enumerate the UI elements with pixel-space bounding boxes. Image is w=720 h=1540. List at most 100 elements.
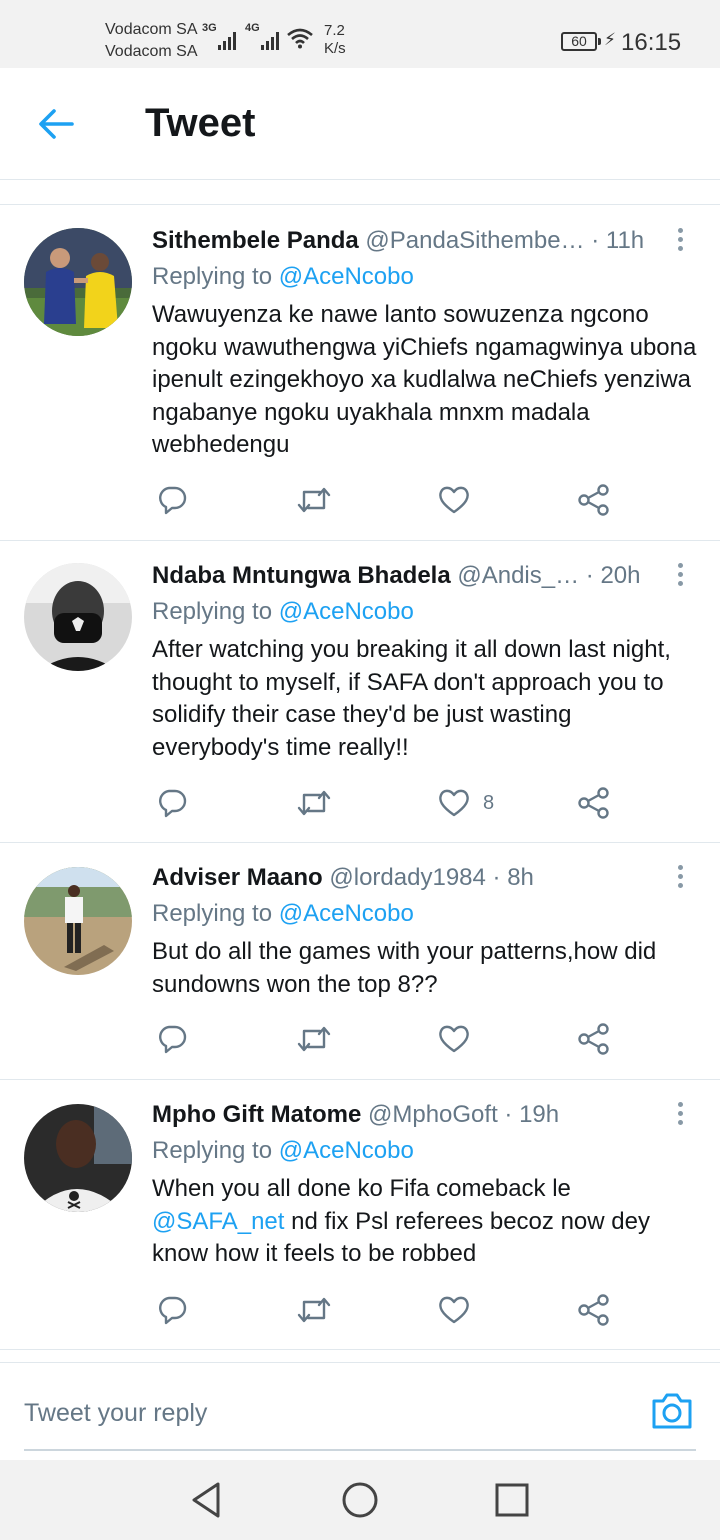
tweet-header: Ndaba Mntungwa Bhadela @Andis_… · 20h bbox=[152, 562, 660, 590]
reply-composer: Tweet your reply bbox=[0, 1362, 720, 1460]
mention-link[interactable]: @AceNcobo bbox=[279, 598, 414, 625]
share-button[interactable] bbox=[577, 785, 611, 821]
replying-to: Replying to @AceNcobo bbox=[152, 598, 414, 625]
retweet-button[interactable] bbox=[296, 482, 332, 518]
mention-link[interactable]: @AceNcobo bbox=[279, 1137, 414, 1164]
page-title: Tweet bbox=[145, 101, 256, 145]
reply-icon bbox=[159, 486, 187, 515]
retweet-icon bbox=[297, 1297, 331, 1323]
network-type-2: 4G bbox=[245, 22, 260, 34]
heart-icon bbox=[439, 1296, 469, 1324]
back-arrow-icon[interactable] bbox=[36, 106, 76, 142]
tweet-time: · 8h bbox=[492, 864, 534, 891]
tweet-text: After watching you breaking it all down … bbox=[152, 636, 671, 761]
status-bar: Vodacom SA Vodacom SA 3G 4G 7.2 K/s 60 ⚡… bbox=[0, 0, 720, 68]
heart-icon bbox=[439, 1025, 469, 1053]
mention-link[interactable]: @SAFA_net bbox=[152, 1208, 284, 1235]
network-speed: 7.2 K/s bbox=[324, 22, 346, 57]
like-button[interactable]: 8 bbox=[437, 785, 494, 821]
carrier-1: Vodacom SA bbox=[105, 21, 198, 38]
reply-button[interactable] bbox=[156, 1292, 188, 1328]
retweet-button[interactable] bbox=[296, 1021, 332, 1057]
tweet-header: Mpho Gift Matome @MphoGoft · 19h bbox=[152, 1101, 660, 1129]
tweet-time: · 20h bbox=[585, 562, 641, 589]
replying-to: Replying to @AceNcobo bbox=[152, 263, 414, 290]
mention-link[interactable]: @AceNcobo bbox=[279, 263, 414, 290]
battery-icon: 60 bbox=[561, 32, 601, 51]
avatar[interactable] bbox=[24, 563, 132, 671]
reply-icon bbox=[159, 1025, 187, 1054]
display-name[interactable]: Ndaba Mntungwa Bhadela bbox=[152, 562, 451, 589]
like-button[interactable] bbox=[437, 482, 483, 518]
heart-icon bbox=[439, 486, 469, 514]
display-name[interactable]: Mpho Gift Matome bbox=[152, 1101, 361, 1128]
tweet-text: But do all the games with your patterns,… bbox=[152, 938, 657, 998]
camera-icon[interactable] bbox=[650, 1391, 694, 1431]
reply-icon bbox=[159, 789, 187, 818]
reply-button[interactable] bbox=[156, 1021, 188, 1057]
retweet-button[interactable] bbox=[296, 1292, 332, 1328]
share-button[interactable] bbox=[577, 482, 611, 518]
tweet-time: · 11h bbox=[591, 227, 645, 254]
carrier-names: Vodacom SA Vodacom SA bbox=[105, 19, 198, 63]
heart-icon bbox=[439, 789, 469, 817]
like-count: 8 bbox=[483, 791, 495, 814]
network-type-1: 3G bbox=[202, 22, 217, 34]
share-button[interactable] bbox=[577, 1292, 611, 1328]
wifi-icon bbox=[287, 28, 313, 49]
display-name[interactable]: Adviser Maano bbox=[152, 864, 323, 891]
mention-link[interactable]: @AceNcobo bbox=[279, 900, 414, 927]
signal-icon bbox=[218, 30, 236, 50]
tweet-actions bbox=[152, 1021, 622, 1057]
user-handle[interactable]: @MphoGoft bbox=[368, 1101, 498, 1128]
charging-icon: ⚡ bbox=[604, 30, 616, 49]
like-button[interactable] bbox=[437, 1292, 483, 1328]
signal-icon bbox=[261, 30, 279, 50]
input-underline bbox=[24, 1449, 696, 1451]
share-icon bbox=[578, 484, 609, 516]
tweet-actions bbox=[152, 1292, 622, 1328]
replying-to: Replying to @AceNcobo bbox=[152, 1137, 414, 1164]
share-icon bbox=[578, 787, 609, 819]
avatar[interactable] bbox=[24, 867, 132, 975]
user-handle[interactable]: @Andis_… bbox=[457, 562, 579, 589]
replying-to: Replying to @AceNcobo bbox=[152, 900, 414, 927]
retweet-icon bbox=[297, 487, 331, 513]
user-handle[interactable]: @lordady1984 bbox=[329, 864, 485, 891]
more-options-icon[interactable] bbox=[674, 1102, 686, 1132]
more-options-icon[interactable] bbox=[674, 563, 686, 593]
share-icon bbox=[578, 1023, 609, 1055]
nav-recents-icon[interactable] bbox=[494, 1480, 530, 1520]
system-nav-bar bbox=[0, 1460, 720, 1540]
user-handle[interactable]: @PandaSithembe… bbox=[365, 227, 584, 254]
reply-input[interactable]: Tweet your reply bbox=[24, 1399, 207, 1428]
reply-button[interactable] bbox=[156, 482, 188, 518]
tweet-item[interactable]: Ndaba Mntungwa Bhadela @Andis_… · 20h Re… bbox=[0, 541, 720, 843]
more-options-icon[interactable] bbox=[674, 865, 686, 895]
tweet-time: · 19h bbox=[504, 1101, 560, 1128]
divider bbox=[0, 181, 720, 205]
avatar[interactable] bbox=[24, 1104, 132, 1212]
tweet-item[interactable]: Adviser Maano @lordady1984 · 8h Replying… bbox=[0, 843, 720, 1080]
status-time: 16:15 bbox=[621, 29, 682, 56]
tweet-item[interactable]: Sithembele Panda @PandaSithembe… · 11h R… bbox=[0, 206, 720, 541]
tweet-text: Wawuyenza ke nawe lanto sowuzenza ngcono… bbox=[152, 301, 697, 458]
reply-icon bbox=[159, 1296, 187, 1325]
retweet-icon bbox=[297, 790, 331, 816]
carrier-2: Vodacom SA bbox=[105, 43, 198, 60]
reply-button[interactable] bbox=[156, 785, 188, 821]
retweet-button[interactable] bbox=[296, 785, 332, 821]
display-name[interactable]: Sithembele Panda bbox=[152, 227, 359, 254]
tweet-actions bbox=[152, 482, 622, 518]
share-icon bbox=[578, 1294, 609, 1326]
more-options-icon[interactable] bbox=[674, 228, 686, 258]
retweet-icon bbox=[297, 1026, 331, 1052]
tweet-actions: 8 bbox=[152, 785, 622, 821]
share-button[interactable] bbox=[577, 1021, 611, 1057]
tweet-header: Sithembele Panda @PandaSithembe… · 11h bbox=[152, 227, 660, 255]
nav-back-icon[interactable] bbox=[188, 1480, 224, 1520]
tweet-item[interactable]: Mpho Gift Matome @MphoGoft · 19h Replyin… bbox=[0, 1080, 720, 1350]
like-button[interactable] bbox=[437, 1021, 483, 1057]
avatar[interactable] bbox=[24, 228, 132, 336]
nav-home-icon[interactable] bbox=[340, 1480, 380, 1520]
